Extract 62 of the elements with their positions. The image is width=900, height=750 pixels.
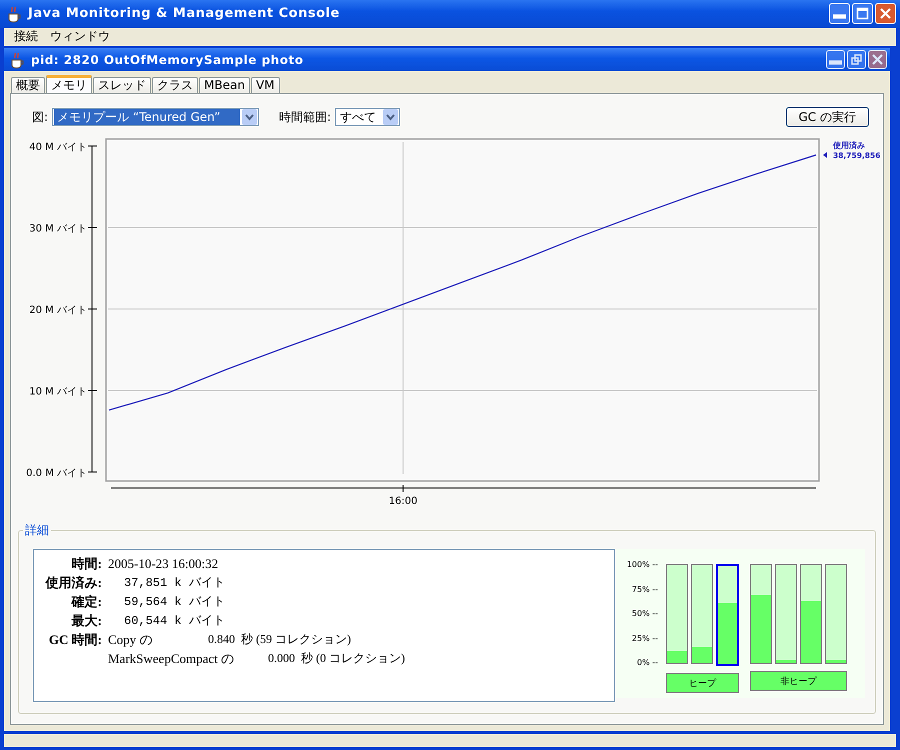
memory-pool-bar[interactable] <box>775 564 797 664</box>
detail-label: 確定: <box>70 592 103 611</box>
close-button[interactable] <box>875 3 896 24</box>
tab[interactable]: 概要 <box>11 77 45 94</box>
tab[interactable]: スレッド <box>93 77 151 94</box>
detail-label: GC 時間: <box>48 631 103 650</box>
maximize-icon <box>856 7 869 20</box>
tab[interactable]: VM <box>250 77 280 94</box>
memory-pool-bar[interactable] <box>666 564 688 664</box>
x-tick-label: 16:00 <box>388 496 418 508</box>
frame-title: pid: 2820 OutOfMemorySample photo <box>31 52 304 67</box>
tab[interactable]: メモリ <box>46 75 92 94</box>
collector-name: MarkSweepCompact の <box>107 650 236 668</box>
memory-pool-bar[interactable] <box>691 564 713 664</box>
scale-label: 100% -- <box>626 561 658 570</box>
scale-label: 50% -- <box>632 610 658 618</box>
detail-value: 60,544 k バイト <box>123 613 225 630</box>
window-title: Java Monitoring & Management Console <box>28 6 341 22</box>
detail-value: 2005-10-23 16:00:32 <box>107 556 218 572</box>
legend-label: 使用済み <box>833 141 865 150</box>
y-tick-label: 10 M バイト <box>29 386 87 398</box>
menu-item[interactable]: ウィンドウ <box>44 28 116 46</box>
pool-group-button[interactable]: ヒープ <box>666 673 739 694</box>
minimize-button[interactable] <box>826 50 845 70</box>
tab[interactable]: クラス <box>152 77 198 94</box>
scale-label: 75% -- <box>632 586 658 594</box>
detail-label: 最大: <box>70 612 103 630</box>
maximize-button[interactable] <box>852 3 873 24</box>
minimize-button[interactable] <box>829 3 850 24</box>
gc-time: 0.000 秒 (0 コレクション) <box>268 650 405 668</box>
detail-value: 37,851 k バイト <box>123 575 225 592</box>
y-tick-label: 40 M バイト <box>29 142 87 154</box>
memory-pool-bar[interactable] <box>825 564 847 664</box>
chart-label: 図: <box>32 108 48 126</box>
collector-name: Copy の <box>107 630 154 649</box>
detail-label: 時間: <box>70 554 103 573</box>
pool-group-button[interactable]: 非ヒープ <box>750 671 847 692</box>
y-tick-label: 0.0 M バイト <box>26 468 87 480</box>
tab[interactable]: MBean <box>199 77 250 94</box>
y-tick-label: 30 M バイト <box>29 224 87 235</box>
restore-button[interactable] <box>847 50 866 70</box>
gc-button[interactable]: GC の実行 <box>786 107 869 128</box>
time-range-label: 時間範囲: <box>279 108 332 126</box>
detail-label: 使用済み: <box>44 574 103 592</box>
scale-label: 25% -- <box>632 634 658 643</box>
gc-time: 0.840 秒 (59 コレクション) <box>208 631 351 648</box>
coffee-cup-icon <box>9 50 25 69</box>
detail-value: 59,564 k バイト <box>123 594 225 610</box>
close-icon <box>879 7 892 20</box>
close-icon <box>871 53 884 66</box>
menu-item[interactable]: 接続 <box>8 28 44 46</box>
memory-pool-bar[interactable] <box>750 564 772 664</box>
scale-label: 0% -- <box>636 659 658 668</box>
chart-dropdown[interactable]: メモリプール “Tenured Gen” <box>52 108 260 126</box>
marker-icon <box>823 152 827 158</box>
coffee-cup-icon <box>6 4 22 23</box>
restore-icon <box>850 53 863 66</box>
memory-pool-bar[interactable] <box>716 564 739 666</box>
y-tick-label: 20 M バイト <box>29 305 87 316</box>
close-button[interactable] <box>868 50 887 70</box>
memory-pool-bar[interactable] <box>800 564 822 664</box>
time-range-dropdown[interactable]: すべて <box>335 108 400 126</box>
